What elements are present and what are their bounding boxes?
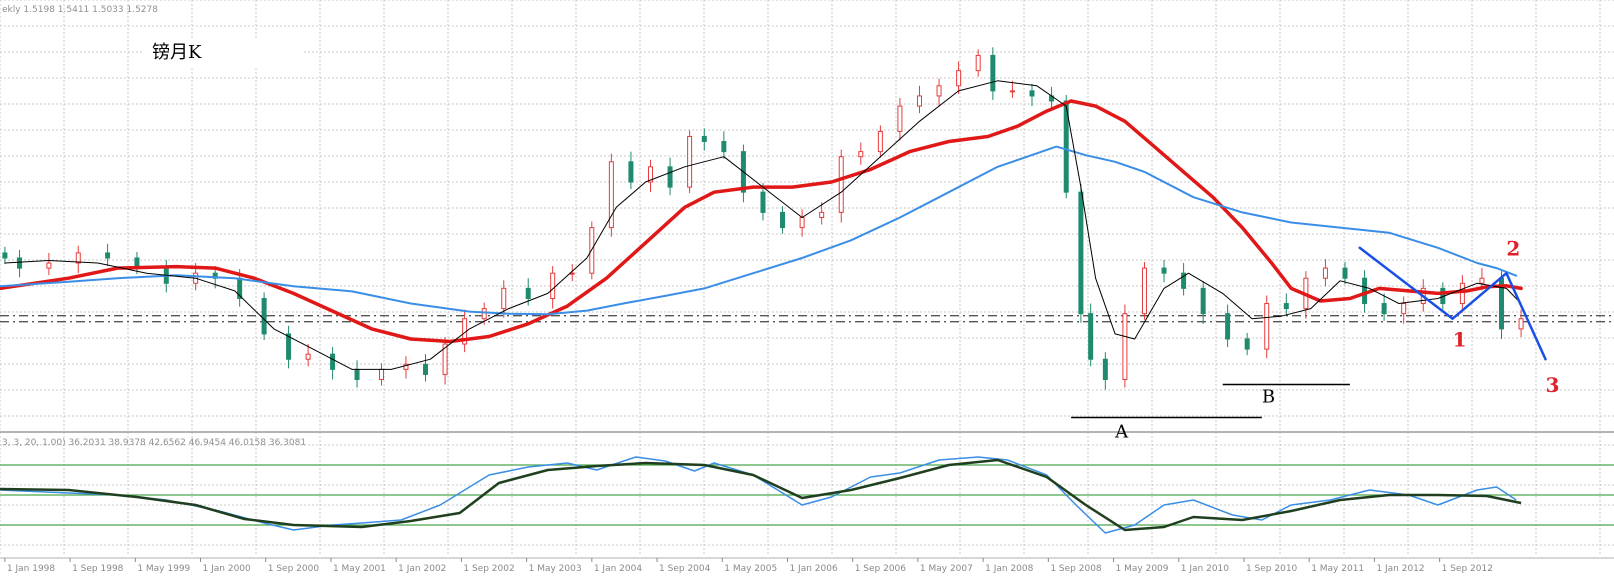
- candle-body: [525, 287, 531, 299]
- date-tick-label: 1 Jan 2012: [1376, 564, 1424, 574]
- wave-label-2: 2: [1506, 236, 1520, 260]
- candle-body: [1264, 303, 1270, 350]
- grid: [0, 0, 1614, 555]
- candle-body: [1322, 267, 1328, 279]
- candle-body: [936, 85, 942, 97]
- candle-body: [1342, 267, 1348, 279]
- candle-body: [877, 130, 883, 153]
- candle-body: [550, 272, 556, 299]
- date-axis: 1 Jan 1998 1 Sep 1998 1 May 1999 1 Jan 2000…: [0, 557, 1614, 574]
- candle-body: [17, 257, 23, 269]
- series-line: [4, 80, 1522, 370]
- candle-body: [701, 135, 707, 143]
- date-tick-label: 1 Jan 2006: [789, 564, 837, 574]
- candle-body: [975, 54, 981, 72]
- candle-body: [1518, 318, 1524, 330]
- candle-body: [46, 262, 52, 269]
- support-label-b: B: [1262, 386, 1275, 407]
- date-tick-label: 1 Sep 2012: [1442, 564, 1493, 574]
- price-panel: [0, 47, 1614, 433]
- date-tick-label: 1 Sep 2008: [1050, 564, 1102, 574]
- candle-body: [501, 287, 507, 310]
- candle-body: [1244, 338, 1250, 350]
- date-tick-label: 1 Sep 2000: [268, 564, 320, 574]
- series-line: [0, 145, 1518, 316]
- oscillator-params: 3, 3, 20, 1.00) 36.2031 38.9378 42.6562 …: [2, 438, 306, 448]
- candle-body: [1009, 90, 1015, 93]
- candle-body: [1088, 313, 1094, 360]
- candle-body: [330, 353, 336, 370]
- candle-body: [780, 211, 786, 229]
- candle-body: [378, 368, 384, 380]
- date-tick-label: 1 Sep 2006: [855, 564, 907, 574]
- date-tick-label: 1 Jan 2002: [398, 564, 446, 574]
- date-tick-label: 1 Sep 2004: [659, 564, 711, 574]
- date-tick-label: 1 May 2011: [1311, 564, 1364, 574]
- candle-body: [956, 70, 962, 87]
- oscillator-panel: [0, 456, 1614, 534]
- chart-title: 镑月K: [152, 42, 202, 63]
- candle-body: [799, 216, 805, 229]
- candle-body: [760, 191, 766, 213]
- candle-body: [1029, 90, 1035, 97]
- candle-body: [423, 363, 429, 375]
- candle-body: [261, 297, 267, 335]
- date-tick-label: 1 May 2003: [529, 564, 582, 574]
- wave-label-1: 1: [1453, 328, 1467, 352]
- date-tick-label: 1 Jan 2010: [1181, 564, 1229, 574]
- date-tick-label: 1 May 2005: [724, 564, 777, 574]
- support-label-a: A: [1114, 422, 1129, 443]
- date-tick-label: 1 Sep 2002: [463, 564, 514, 574]
- candle-body: [1078, 191, 1084, 315]
- candle-body: [1401, 303, 1407, 315]
- candle-body: [1225, 313, 1231, 340]
- candle-body: [916, 95, 922, 107]
- date-tick-label: 1 Sep 2010: [1246, 564, 1298, 574]
- candle-body: [628, 161, 634, 183]
- candle-body: [2, 252, 8, 259]
- candle-body: [305, 353, 311, 360]
- candle-body: [721, 141, 727, 153]
- candle-body: [897, 105, 903, 132]
- candle-body: [481, 308, 487, 320]
- date-tick-label: 1 May 1999: [137, 564, 190, 574]
- candle-body: [858, 151, 864, 158]
- chart-canvas: AB123 1 Jan 1998 1 Sep 1998 1 May 1999 1 Ja…: [0, 0, 1614, 574]
- date-tick-label: 1 May 2009: [1116, 564, 1169, 574]
- date-tick-label: 1 May 2001: [333, 564, 386, 574]
- date-tick-label: 1 Jan 2008: [985, 564, 1033, 574]
- symbol-price-info: ekly 1.5198 1.5411 1.5033 1.5278: [2, 5, 158, 15]
- candle-body: [1283, 303, 1289, 310]
- candle-body: [838, 156, 844, 213]
- candle-body: [105, 252, 111, 259]
- date-tick-label: 1 Jan 2000: [203, 564, 251, 574]
- candle-body: [1381, 303, 1387, 315]
- candle-body: [569, 272, 575, 275]
- candle-body: [354, 368, 360, 380]
- candle-body: [1479, 277, 1485, 284]
- date-tick-label: 1 Sep 1998: [72, 564, 124, 574]
- wave-label-3: 3: [1546, 373, 1560, 397]
- candle-body: [1102, 358, 1108, 380]
- candle-body: [687, 135, 693, 188]
- candle-body: [1362, 277, 1368, 305]
- series-line: [0, 99, 1523, 344]
- candle-body: [819, 211, 825, 218]
- date-tick-label: 1 May 2007: [920, 564, 973, 574]
- chart-window: AB123 1 Jan 1998 1 Sep 1998 1 May 1999 1 Ja…: [0, 0, 1614, 582]
- candle-body: [1161, 267, 1167, 274]
- date-tick-label: 1 Jan 1998: [7, 564, 55, 574]
- candle-body: [1200, 287, 1206, 315]
- candle-body: [1141, 267, 1147, 315]
- candle-body: [1122, 313, 1128, 380]
- candle-body: [667, 166, 673, 188]
- date-tick-label: 1 Jan 2004: [594, 564, 642, 574]
- candle-body: [990, 54, 996, 92]
- candle-body: [1459, 282, 1465, 305]
